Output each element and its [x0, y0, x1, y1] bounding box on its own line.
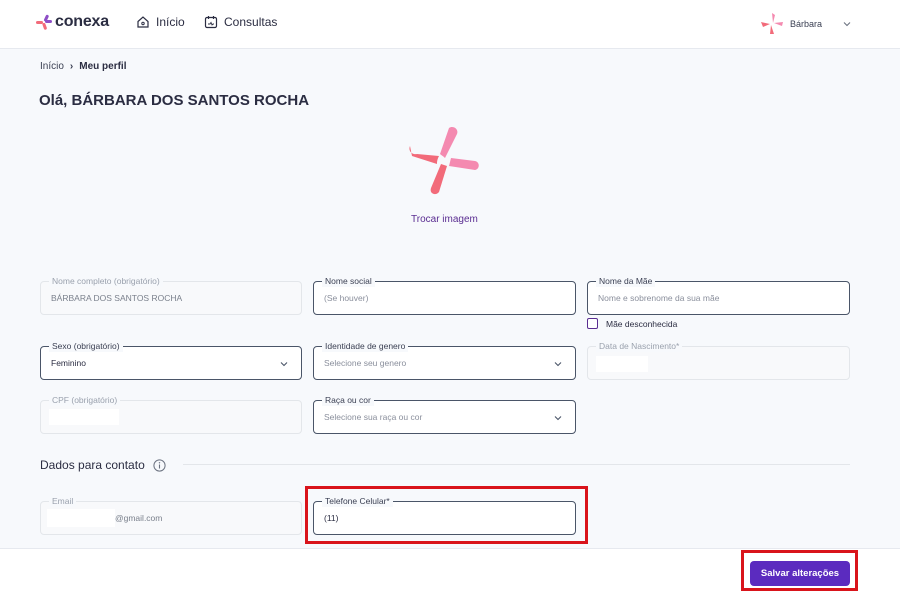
full-name-field: Nome completo (obrigatório) BÁRBARA DOS … [40, 275, 302, 315]
change-image-link[interactable]: Trocar imagem [411, 214, 478, 225]
email-field: Email @gmail.com [40, 495, 302, 535]
redacted-birth-date [596, 356, 648, 372]
email-value: @gmail.com [115, 513, 163, 523]
cpf-field: CPF (obrigatório) [40, 394, 302, 434]
birth-date-field: Data de Nascimento* [587, 340, 850, 380]
profile-logo-icon [409, 126, 479, 195]
contact-section-title: Dados para contato [40, 458, 166, 472]
logo-text: conexa [55, 13, 109, 30]
mother-name-input[interactable]: Nome da Mãe Nome e sobrenome da sua mãe [587, 275, 850, 315]
race-select[interactable]: Raça ou cor Selecione sua raça ou cor [313, 394, 576, 434]
sex-value: Feminino [51, 358, 86, 368]
nav-inicio[interactable]: Início [136, 15, 185, 29]
full-name-label: Nome completo (obrigatório) [49, 275, 163, 287]
chevron-down-icon [554, 416, 562, 421]
breadcrumb-home[interactable]: Início [40, 61, 64, 72]
conexa-logo[interactable]: conexa [36, 13, 109, 31]
mother-name-placeholder: Nome e sobrenome da sua mãe [598, 293, 720, 303]
calendar-icon [204, 16, 218, 29]
info-icon[interactable] [153, 458, 166, 472]
full-name-value: BÁRBARA DOS SANTOS ROCHA [51, 293, 183, 303]
user-menu[interactable]: Bárbara [760, 12, 852, 36]
mother-unknown-option[interactable]: Mãe desconhecida [587, 318, 677, 329]
social-name-placeholder: (Se houver) [324, 293, 369, 303]
cpf-label: CPF (obrigatório) [49, 394, 121, 406]
chevron-down-icon [280, 362, 288, 367]
mother-unknown-label: Mãe desconhecida [606, 318, 678, 329]
user-avatar-icon [760, 13, 783, 34]
social-name-input[interactable]: Nome social (Se houver) [313, 275, 576, 315]
phone-highlight-box [305, 486, 588, 544]
birth-date-label: Data de Nascimento* [596, 340, 683, 352]
chevron-down-icon [554, 362, 562, 367]
home-icon [137, 16, 149, 28]
mother-name-label: Nome da Mãe [596, 275, 656, 287]
social-name-label: Nome social [322, 275, 375, 287]
contact-section-label: Dados para contato [40, 458, 145, 472]
redacted-cpf [49, 409, 119, 425]
mother-unknown-checkbox[interactable] [587, 318, 598, 329]
race-label: Raça ou cor [322, 394, 374, 406]
sex-select[interactable]: Sexo (obrigatório) Feminino [40, 340, 302, 380]
nav-consultas[interactable]: Consultas [204, 15, 277, 29]
nav-inicio-label: Início [156, 15, 185, 29]
nav-consultas-label: Consultas [224, 15, 278, 29]
email-label: Email [49, 495, 77, 507]
sex-label: Sexo (obrigatório) [49, 340, 123, 352]
user-name: Bárbara [789, 19, 822, 29]
breadcrumb-separator: › [69, 61, 74, 72]
gender-identity-select[interactable]: Identidade de genero Selecione seu gener… [313, 340, 576, 380]
breadcrumb-current: Meu perfil [79, 61, 127, 72]
page-title: Olá, BÁRBARA DOS SANTOS ROCHA [39, 92, 310, 109]
gender-identity-label: Identidade de genero [322, 340, 409, 352]
breadcrumb: Início › Meu perfil [40, 61, 126, 72]
redacted-email [47, 509, 115, 527]
top-header: conexa Início Consultas Bárbara [0, 0, 900, 49]
save-highlight-box [741, 550, 858, 591]
conexa-logo-icon [36, 14, 52, 30]
race-placeholder: Selecione sua raça ou cor [324, 412, 423, 422]
profile-avatar[interactable] [407, 126, 481, 201]
chevron-down-icon [843, 22, 851, 27]
section-divider [183, 464, 850, 465]
gender-identity-placeholder: Selecione seu genero [324, 358, 407, 368]
